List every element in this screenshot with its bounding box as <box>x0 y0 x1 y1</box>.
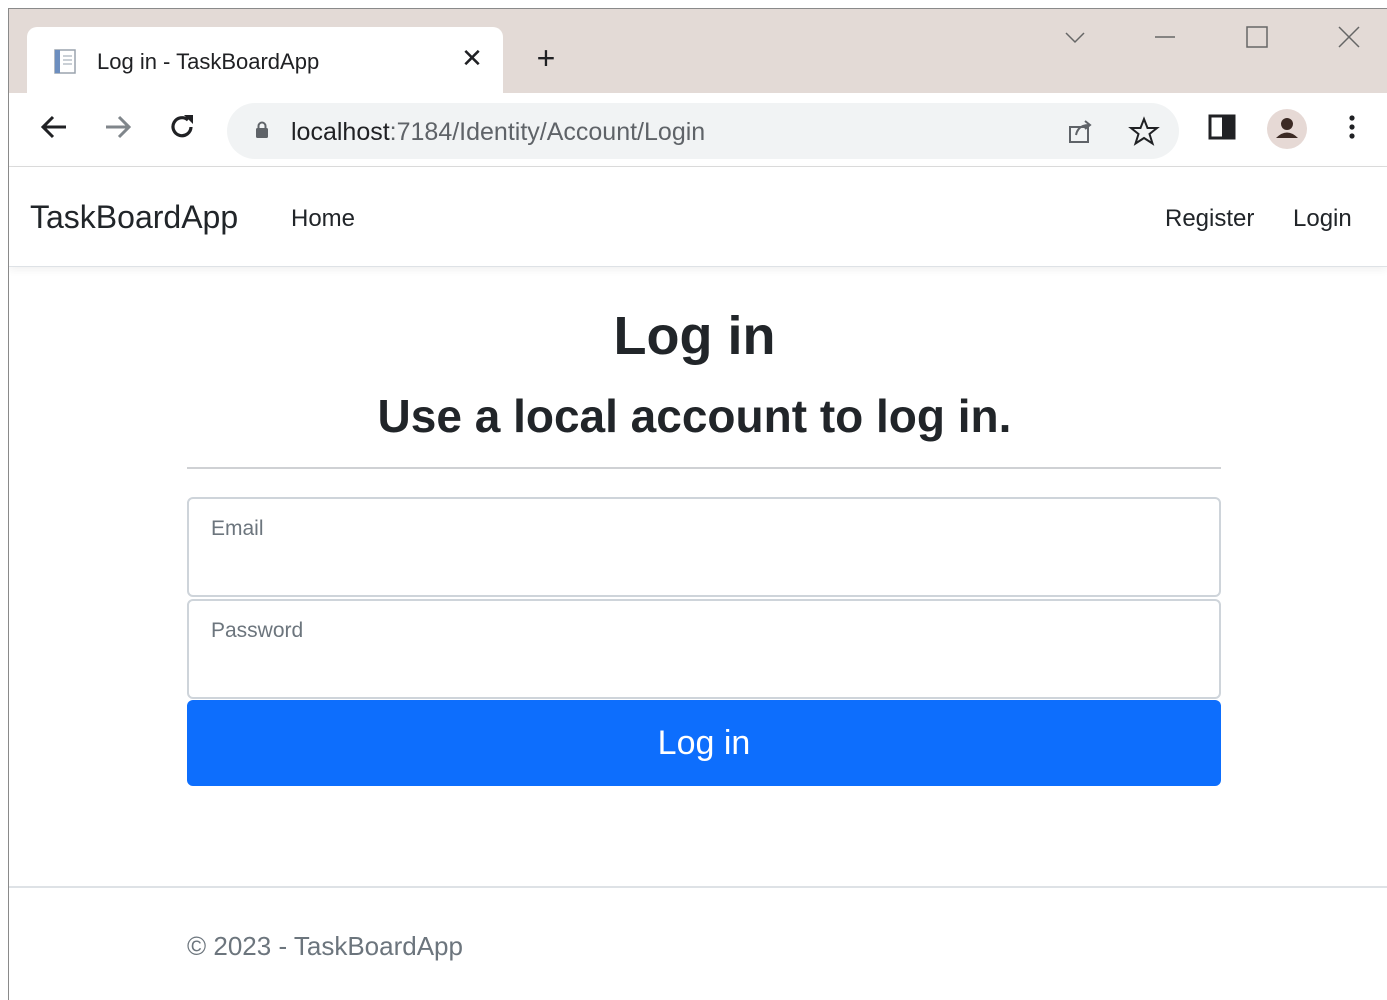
new-tab-button[interactable]: + <box>531 42 561 74</box>
password-input[interactable] <box>209 649 1199 685</box>
star-icon[interactable] <box>1127 115 1161 149</box>
back-arrow-icon[interactable] <box>37 111 71 145</box>
url-host: localhost <box>291 118 390 146</box>
password-label: Password <box>211 619 304 642</box>
page-subtitle: Use a local account to log in. <box>377 390 1012 442</box>
share-icon[interactable] <box>1063 115 1097 149</box>
brand-link[interactable]: TaskBoardApp <box>30 199 238 236</box>
page-icon <box>51 47 79 75</box>
nav-register-link[interactable]: Register <box>1165 205 1254 233</box>
site-navbar: TaskBoardApp Home Register Login <box>9 167 1387 267</box>
url-text[interactable]: localhost:7184/Identity/Account/Login <box>291 118 705 147</box>
minimize-icon[interactable] <box>1143 25 1187 55</box>
email-field[interactable]: Email <box>187 497 1221 597</box>
lock-icon[interactable] <box>255 121 269 139</box>
tab-close-icon[interactable]: ✕ <box>457 43 487 73</box>
url-path: :7184/Identity/Account/Login <box>389 118 706 146</box>
profile-avatar-icon[interactable] <box>1267 109 1307 149</box>
tab-title: Log in - TaskBoardApp <box>97 49 320 74</box>
email-input[interactable] <box>209 547 1199 583</box>
chevron-down-icon[interactable] <box>1053 25 1097 55</box>
login-button[interactable]: Log in <box>187 700 1221 786</box>
browser-window: Log in - TaskBoardApp ✕ + localhost:7184… <box>8 8 1387 1000</box>
browser-toolbar: localhost:7184/Identity/Account/Login <box>9 93 1387 167</box>
reload-icon[interactable] <box>165 111 199 145</box>
nav-home-link[interactable]: Home <box>291 205 355 233</box>
browser-tab[interactable]: Log in - TaskBoardApp ✕ <box>27 27 503 93</box>
divider <box>187 467 1221 469</box>
footer-divider <box>9 886 1387 888</box>
email-label: Email <box>211 517 264 540</box>
footer-copyright: © 2023 - TaskBoardApp <box>187 931 463 961</box>
password-field[interactable]: Password <box>187 599 1221 699</box>
close-icon[interactable] <box>1327 25 1371 55</box>
page-title: Log in <box>613 306 776 366</box>
address-bar[interactable]: localhost:7184/Identity/Account/Login <box>227 103 1179 159</box>
side-panel-icon[interactable] <box>1205 111 1239 145</box>
tab-strip: Log in - TaskBoardApp ✕ + <box>9 9 1387 93</box>
forward-arrow-icon[interactable] <box>101 111 135 145</box>
kebab-menu-icon[interactable] <box>1335 111 1369 145</box>
nav-login-link[interactable]: Login <box>1293 205 1352 233</box>
maximize-icon[interactable] <box>1235 25 1279 55</box>
